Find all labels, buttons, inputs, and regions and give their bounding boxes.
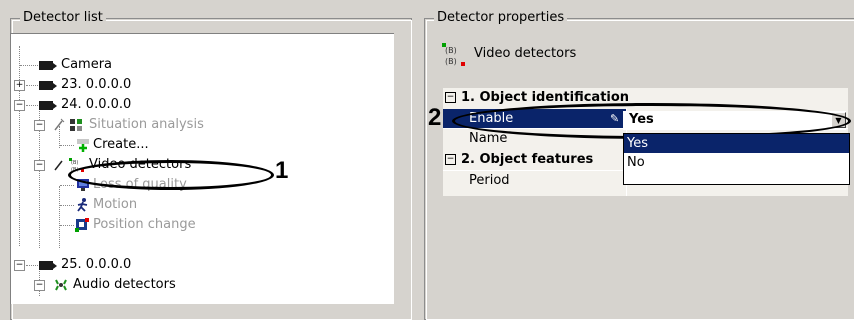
tree-item-label: Situation analysis xyxy=(89,117,204,132)
tree-item-motion[interactable]: Motion xyxy=(11,195,391,215)
collapse-minus-icon[interactable]: − xyxy=(14,260,25,271)
tree-item-label: 23. 0.0.0.0 xyxy=(61,77,132,92)
property-key: Period xyxy=(469,173,510,188)
disabled-check-icon xyxy=(54,118,65,131)
collapse-minus-icon[interactable]: − xyxy=(34,160,45,171)
tree-item-label: Camera xyxy=(61,57,113,72)
collapse-minus-icon[interactable]: − xyxy=(34,120,45,131)
position-change-icon xyxy=(75,218,89,232)
camera-icon xyxy=(39,61,57,70)
tree-item-label: Audio detectors xyxy=(73,277,176,292)
dropdown-option-no[interactable]: No xyxy=(624,153,849,172)
dropdown-option-yes[interactable]: Yes xyxy=(624,134,849,153)
camera-icon xyxy=(39,81,57,90)
expand-plus-icon[interactable]: + xyxy=(14,80,25,91)
properties-header-label: Video detectors xyxy=(474,46,577,61)
situation-analysis-icon xyxy=(70,119,82,131)
tree-item-position-change[interactable]: Position change xyxy=(11,215,391,235)
tree-item-label: 24. 0.0.0.0 xyxy=(61,97,132,112)
motion-icon xyxy=(77,198,88,212)
svg-text:(B): (B) xyxy=(445,57,457,66)
camera-icon xyxy=(39,101,57,110)
tree-item-camera-24[interactable]: − 24. 0.0.0.0 xyxy=(11,95,391,115)
callout-number-2: 2 xyxy=(428,104,442,131)
tree-item-label: Motion xyxy=(93,197,138,212)
tree-item-label: Create... xyxy=(93,137,149,152)
svg-text:(B): (B) xyxy=(445,46,457,55)
collapse-minus-icon[interactable]: − xyxy=(445,92,456,103)
detector-list-title: Detector list xyxy=(20,10,106,26)
tree-item-audio-detectors[interactable]: − Audio detectors xyxy=(11,275,391,295)
tree-item-camera[interactable]: Camera xyxy=(11,55,391,75)
collapse-minus-icon[interactable]: − xyxy=(34,280,45,291)
tree-item-camera-25[interactable]: − 25. 0.0.0.0 xyxy=(11,255,391,275)
tree-item-create[interactable]: Create... xyxy=(11,135,391,155)
camera-icon xyxy=(39,261,57,270)
collapse-minus-icon[interactable]: − xyxy=(14,100,25,111)
tree-item-label: Position change xyxy=(93,217,196,232)
tree-item-label: 25. 0.0.0.0 xyxy=(61,257,132,272)
detector-properties-title: Detector properties xyxy=(434,10,568,26)
enable-dropdown-list[interactable]: Yes No xyxy=(623,133,850,185)
tree-item-camera-23[interactable]: + 23. 0.0.0.0 xyxy=(11,75,391,95)
callout-oval-video-detectors xyxy=(68,160,274,190)
create-plus-icon xyxy=(77,139,89,152)
video-detectors-icon: (B) (B) xyxy=(442,43,465,66)
section-label: 2. Object features xyxy=(461,152,594,167)
collapse-minus-icon[interactable]: − xyxy=(445,154,456,165)
enabled-check-icon xyxy=(54,160,63,171)
svg-text:(B): (B) xyxy=(71,160,78,166)
callout-number-1: 1 xyxy=(275,157,289,184)
audio-detectors-icon xyxy=(55,279,67,291)
tree-item-situation-analysis[interactable]: − Situation analysis xyxy=(11,115,391,135)
